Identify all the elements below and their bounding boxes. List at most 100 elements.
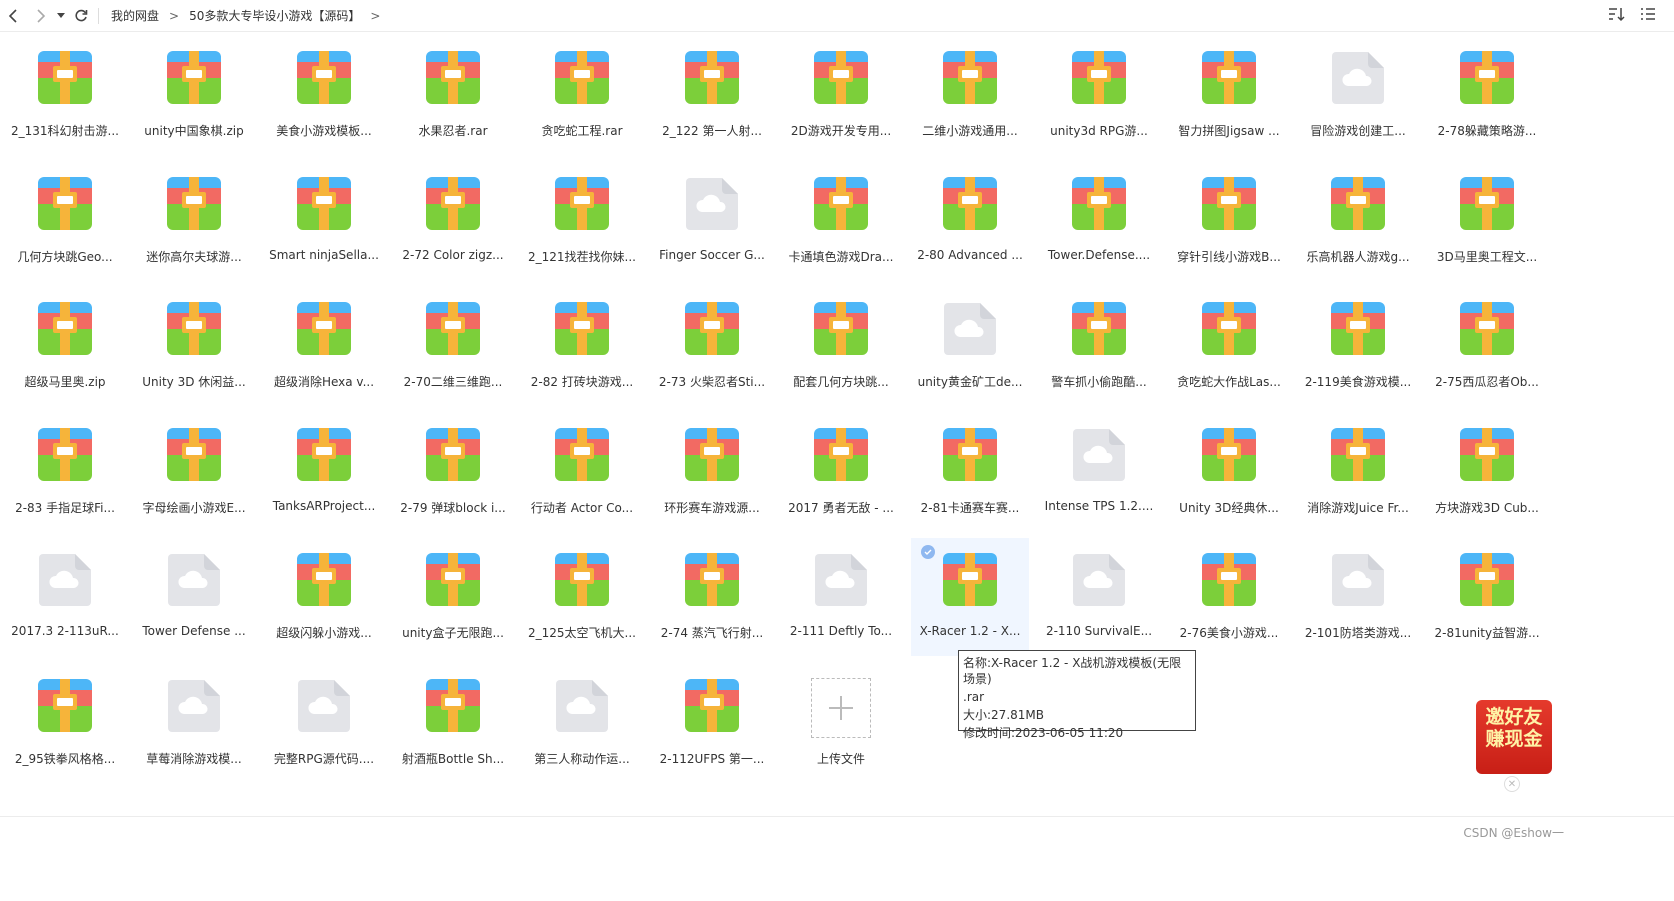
file-tile[interactable]: Unity 3D经典休... <box>1170 413 1288 531</box>
caret-down-icon[interactable] <box>54 5 68 27</box>
file-tile[interactable]: 2-110 SurvivalE... <box>1040 538 1158 656</box>
breadcrumb-separator: > <box>370 8 381 23</box>
list-view-icon[interactable] <box>1640 6 1656 25</box>
cloud-file-icon <box>166 664 222 738</box>
file-tile[interactable]: 2-78躲藏策略游... <box>1428 36 1546 154</box>
file-tile[interactable]: 2-83 手指足球Fi... <box>6 413 124 531</box>
breadcrumb-folder[interactable]: 50多款大专毕设小游戏【源码】 <box>189 7 360 24</box>
file-tile[interactable]: 2-82 打砖块游戏... <box>523 287 641 405</box>
file-tile[interactable]: Tower.Defense.... <box>1040 162 1158 280</box>
file-tile[interactable]: 警车抓小偷跑酷... <box>1040 287 1158 405</box>
file-tile[interactable]: 几何方块跳Geo... <box>6 162 124 280</box>
file-tile[interactable]: 卡通填色游戏Dra... <box>782 162 900 280</box>
file-tile[interactable]: 2-81卡通赛车赛... <box>911 413 1029 531</box>
file-tile[interactable]: unity盒子无限跑... <box>394 538 512 656</box>
upload-file-tile[interactable]: 上传文件 <box>782 664 900 782</box>
file-tile[interactable]: 行动者 Actor Co... <box>523 413 641 531</box>
archive-file-icon <box>296 36 352 110</box>
cloud-file-icon <box>684 162 740 236</box>
file-tile[interactable]: 草莓消除游戏模... <box>135 664 253 782</box>
close-icon[interactable]: ✕ <box>1504 776 1520 792</box>
file-tile[interactable]: 字母绘画小游戏E... <box>135 413 253 531</box>
file-tile[interactable]: 二维小游戏通用... <box>911 36 1029 154</box>
file-tile[interactable]: 2-101防塔类游戏... <box>1299 538 1417 656</box>
file-tile[interactable]: 2-74 蒸汽飞行射... <box>653 538 771 656</box>
archive-file-icon <box>1459 413 1515 487</box>
tooltip-name: 名称:X-Racer 1.2 - X战机游戏模板(无限场景) <box>963 656 1182 686</box>
file-tile[interactable]: 2-81unity益智游... <box>1428 538 1546 656</box>
file-tile[interactable]: 2_121找茬找你妹... <box>523 162 641 280</box>
file-tile[interactable]: 2_131科幻射击游... <box>6 36 124 154</box>
file-tile[interactable]: Smart ninjaSella... <box>265 162 383 280</box>
archive-file-icon <box>166 287 222 361</box>
sort-icon[interactable] <box>1608 6 1626 25</box>
file-name: 消除游戏Juice Fr... <box>1307 501 1409 515</box>
file-tile[interactable]: 超级闪躲小游戏... <box>265 538 383 656</box>
file-tile[interactable]: 2-79 弹球block i... <box>394 413 512 531</box>
file-name: 2_131科幻射击游... <box>11 124 119 138</box>
file-tile[interactable]: 2_95铁拳风格格... <box>6 664 124 782</box>
file-tile[interactable]: 2-75西瓜忍者Ob... <box>1428 287 1546 405</box>
file-tile[interactable]: unity3d RPG游... <box>1040 36 1158 154</box>
file-tile[interactable]: 2-80 Advanced ... <box>911 162 1029 280</box>
archive-file-icon <box>1071 287 1127 361</box>
file-tile[interactable]: 2D游戏开发专用... <box>782 36 900 154</box>
file-tile[interactable]: 2017.3 2-113uR... <box>6 538 124 656</box>
file-tile[interactable]: 美食小游戏模板... <box>265 36 383 154</box>
file-tile[interactable]: unity中国象棋.zip <box>135 36 253 154</box>
file-tile[interactable]: 冒险游戏创建工... <box>1299 36 1417 154</box>
file-name: unity盒子无限跑... <box>402 626 504 640</box>
file-tile[interactable]: 2-111 Deftly To... <box>782 538 900 656</box>
file-tile[interactable]: 2-119美食游戏模... <box>1299 287 1417 405</box>
file-tile[interactable]: 2-73 火柴忍者Sti... <box>653 287 771 405</box>
file-tile[interactable]: 2_122 第一人射... <box>653 36 771 154</box>
file-tile[interactable]: 贪吃蛇大作战Las... <box>1170 287 1288 405</box>
archive-file-icon <box>554 36 610 110</box>
file-tile[interactable]: unity黄金矿工de... <box>911 287 1029 405</box>
archive-file-icon <box>1201 162 1257 236</box>
file-tile[interactable]: 超级消除Hexa v... <box>265 287 383 405</box>
file-tile[interactable]: 第三人称动作运... <box>523 664 641 782</box>
file-tile[interactable]: 迷你高尔夫球游... <box>135 162 253 280</box>
file-tile[interactable]: 智力拼图Jigsaw ... <box>1170 36 1288 154</box>
file-tile[interactable]: Unity 3D 休闲益... <box>135 287 253 405</box>
cloud-file-icon <box>942 287 998 361</box>
archive-file-icon <box>296 287 352 361</box>
file-tile[interactable]: 2_125太空飞机大... <box>523 538 641 656</box>
file-tile[interactable]: 2-72 Color zigz... <box>394 162 512 280</box>
file-name: 警车抓小偷跑酷... <box>1051 375 1147 389</box>
breadcrumb-root[interactable]: 我的网盘 <box>111 7 159 24</box>
file-tile[interactable]: Finger Soccer G... <box>653 162 771 280</box>
file-name: 2-110 SurvivalE... <box>1045 624 1153 638</box>
file-tile[interactable]: 2-70二维三维跑... <box>394 287 512 405</box>
file-tile[interactable]: 方块游戏3D Cub... <box>1428 413 1546 531</box>
checkmark-icon[interactable] <box>921 545 935 559</box>
file-tile[interactable]: 乐高机器人游戏g... <box>1299 162 1417 280</box>
file-tile[interactable]: Intense TPS 1.2.... <box>1040 413 1158 531</box>
file-tile[interactable]: 配套几何方块跳... <box>782 287 900 405</box>
file-tile[interactable]: 穿针引线小游戏B... <box>1170 162 1288 280</box>
file-name: 2-73 火柴忍者Sti... <box>658 375 766 389</box>
file-tile[interactable]: 完整RPG源代码.... <box>265 664 383 782</box>
file-tile[interactable]: 3D马里奥工程文... <box>1428 162 1546 280</box>
file-name: 2-79 弹球block i... <box>400 501 506 515</box>
file-tile[interactable]: 环形赛车游戏源... <box>653 413 771 531</box>
file-tile[interactable]: 超级马里奥.zip <box>6 287 124 405</box>
file-name: unity3d RPG游... <box>1050 124 1148 138</box>
cloud-file-icon <box>166 538 222 612</box>
invite-friends-promo[interactable]: 邀好友 赚现金 <box>1476 700 1552 774</box>
chevron-left-icon[interactable] <box>2 5 24 27</box>
file-tile[interactable]: 2017 勇者无敌 - ... <box>782 413 900 531</box>
file-tile[interactable]: 2-76美食小游戏... <box>1170 538 1288 656</box>
chevron-right-icon[interactable] <box>30 5 52 27</box>
refresh-icon[interactable] <box>70 5 92 27</box>
file-tile[interactable]: Tower Defense ... <box>135 538 253 656</box>
file-tile[interactable]: 消除游戏Juice Fr... <box>1299 413 1417 531</box>
file-name: Finger Soccer G... <box>659 248 765 262</box>
file-tile[interactable]: 射酒瓶Bottle Sh... <box>394 664 512 782</box>
file-tile[interactable]: 2-112UFPS 第一... <box>653 664 771 782</box>
file-tile[interactable]: 水果忍者.rar <box>394 36 512 154</box>
file-tile[interactable]: TanksARProject... <box>265 413 383 531</box>
file-tile[interactable]: 贪吃蛇工程.rar <box>523 36 641 154</box>
file-tile[interactable]: X-Racer 1.2 - X... <box>911 538 1029 656</box>
